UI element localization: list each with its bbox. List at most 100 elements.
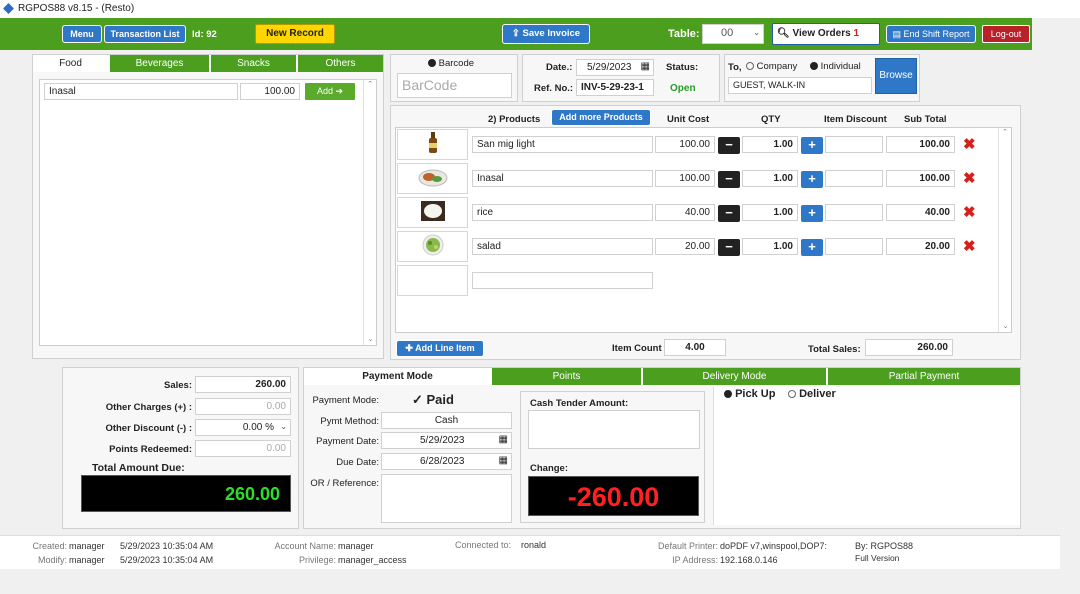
- remove-line-button[interactable]: ✖: [963, 204, 976, 221]
- to-label: To,: [728, 62, 742, 73]
- invoice-date-field[interactable]: 5/29/2023 ▦: [576, 59, 654, 76]
- date-label: Date.:: [546, 62, 573, 73]
- products-count-label: 2) Products: [488, 114, 541, 125]
- qty-increase-button[interactable]: +: [801, 137, 823, 154]
- or-reference-label: OR / Reference:: [310, 478, 379, 489]
- product-name-field[interactable]: Inasal: [472, 170, 653, 187]
- sales-value: 260.00: [195, 376, 291, 393]
- unit-cost-field[interactable]: 20.00: [655, 238, 715, 255]
- browse-button[interactable]: Browse: [875, 58, 917, 94]
- other-charges-label: Other Charges (+) :: [105, 402, 192, 413]
- unit-cost-field[interactable]: 100.00: [655, 136, 715, 153]
- tab-points[interactable]: Points: [492, 368, 642, 385]
- view-orders-button[interactable]: 🔍︎ View Orders 1: [772, 23, 880, 45]
- ref-no-label: Ref. No.:: [534, 83, 574, 94]
- qty-increase-button[interactable]: +: [801, 171, 823, 188]
- remove-line-button[interactable]: ✖: [963, 238, 976, 255]
- save-invoice-button[interactable]: ⇪ Save Invoice: [502, 24, 590, 44]
- qty-decrease-button[interactable]: −: [718, 205, 740, 222]
- due-date-field[interactable]: 6/28/2023 ▦: [381, 453, 512, 470]
- tab-food[interactable]: Food: [33, 55, 109, 72]
- individual-radio[interactable]: Individual: [810, 61, 861, 72]
- qty-decrease-button[interactable]: −: [718, 239, 740, 256]
- add-line-item-button[interactable]: ✚ Add Line Item: [396, 340, 484, 357]
- calendar-icon: ▦: [498, 434, 508, 445]
- deliver-radio[interactable]: Deliver: [788, 388, 836, 400]
- save-invoice-label: Save Invoice: [522, 28, 581, 39]
- modified-at: 5/29/2023 10:35:04 AM: [120, 555, 214, 565]
- ref-no-field[interactable]: INV-5-29-23-1: [576, 79, 654, 96]
- delivery-area: [713, 387, 1020, 525]
- cash-tender-input[interactable]: [528, 410, 700, 449]
- payment-date-field[interactable]: 5/29/2023 ▦: [381, 432, 512, 449]
- or-reference-field[interactable]: [381, 474, 512, 523]
- subtotal-field: 20.00: [886, 238, 955, 255]
- qty-decrease-button[interactable]: −: [718, 171, 740, 188]
- privilege: manager_access: [338, 555, 407, 565]
- tab-delivery-mode[interactable]: Delivery Mode: [643, 368, 827, 385]
- item-discount-field[interactable]: [825, 170, 883, 187]
- payment-date-label: Payment Date:: [316, 436, 379, 447]
- transaction-list-button[interactable]: Transaction List: [104, 25, 186, 43]
- product-name-field[interactable]: rice: [472, 204, 653, 221]
- tab-beverages[interactable]: Beverages: [110, 55, 210, 72]
- minus-icon: −: [725, 171, 733, 186]
- table-select[interactable]: 00 ⌄: [702, 24, 764, 44]
- qty-field[interactable]: 1.00: [742, 136, 798, 153]
- other-discount-field[interactable]: 0.00 % ⌄: [195, 419, 291, 436]
- vendor-label: By: RGPOS88: [855, 541, 914, 551]
- item-discount-field[interactable]: [825, 204, 883, 221]
- item-discount-field[interactable]: [825, 136, 883, 153]
- item-price-field[interactable]: 100.00: [240, 83, 300, 100]
- item-list-scrollbar[interactable]: ⌃ ⌄: [363, 80, 376, 345]
- payment-method-field[interactable]: Cash: [381, 412, 512, 429]
- other-discount-value: 0.00 %: [242, 422, 274, 433]
- pickup-radio[interactable]: Pick Up: [724, 388, 775, 400]
- payment-date-value: 5/29/2023: [420, 435, 465, 446]
- unit-cost-field[interactable]: 40.00: [655, 204, 715, 221]
- barcode-input[interactable]: BarCode: [397, 73, 512, 98]
- remove-line-button[interactable]: ✖: [963, 136, 976, 153]
- company-radio[interactable]: Company: [746, 61, 797, 72]
- customer-field[interactable]: GUEST, WALK-IN: [728, 77, 872, 94]
- item-discount-field[interactable]: [825, 238, 883, 255]
- tab-snacks[interactable]: Snacks: [211, 55, 297, 72]
- qty-increase-button[interactable]: +: [801, 205, 823, 222]
- product-name-field[interactable]: San mig light: [472, 136, 653, 153]
- total-sales-value: 260.00: [865, 339, 953, 356]
- logout-button[interactable]: Log-out: [982, 25, 1030, 43]
- tab-partial-payment[interactable]: Partial Payment: [828, 368, 1020, 385]
- products-scrollbar[interactable]: ⌃ ⌄: [998, 128, 1011, 332]
- qty-field[interactable]: 1.00: [742, 170, 798, 187]
- empty-product-field[interactable]: [472, 272, 653, 289]
- tab-others[interactable]: Others: [298, 55, 383, 72]
- points-redeemed-field[interactable]: 0.00: [195, 440, 291, 457]
- remove-line-button[interactable]: ✖: [963, 170, 976, 187]
- product-thumbnail: [397, 129, 468, 160]
- other-charges-field[interactable]: 0.00: [195, 398, 291, 415]
- menu-button[interactable]: Menu: [62, 25, 102, 43]
- checkmark-icon: ✓: [412, 392, 427, 407]
- item-name-field[interactable]: Inasal: [44, 83, 238, 100]
- qty-increase-button[interactable]: +: [801, 239, 823, 256]
- product-thumbnail: [397, 197, 468, 228]
- add-more-products-button[interactable]: Add more Products: [551, 109, 651, 126]
- new-record-button[interactable]: New Record: [255, 24, 335, 44]
- product-name-field[interactable]: salad: [472, 238, 653, 255]
- account-name: manager: [338, 541, 374, 551]
- barcode-radio[interactable]: Barcode: [428, 58, 474, 69]
- title-bar: RGPOS88 v8.15 - (Resto): [0, 0, 1080, 18]
- qty-field[interactable]: 1.00: [742, 238, 798, 255]
- qty-field[interactable]: 1.00: [742, 204, 798, 221]
- radio-selected-icon: [810, 62, 818, 71]
- end-shift-report-button[interactable]: ▤ End Shift Report: [886, 25, 976, 43]
- unit-cost-field[interactable]: 100.00: [655, 170, 715, 187]
- search-icon: 🔍︎: [777, 28, 790, 39]
- scroll-down-icon: ⌄: [367, 336, 374, 343]
- tab-payment-mode[interactable]: Payment Mode: [304, 368, 492, 385]
- qty-decrease-button[interactable]: −: [718, 137, 740, 154]
- ip-address: 192.168.0.146: [720, 555, 778, 565]
- due-date-value: 6/28/2023: [420, 456, 465, 467]
- paid-checkbox[interactable]: ✓ Paid: [412, 392, 454, 408]
- add-item-button[interactable]: Add ➔: [305, 83, 355, 100]
